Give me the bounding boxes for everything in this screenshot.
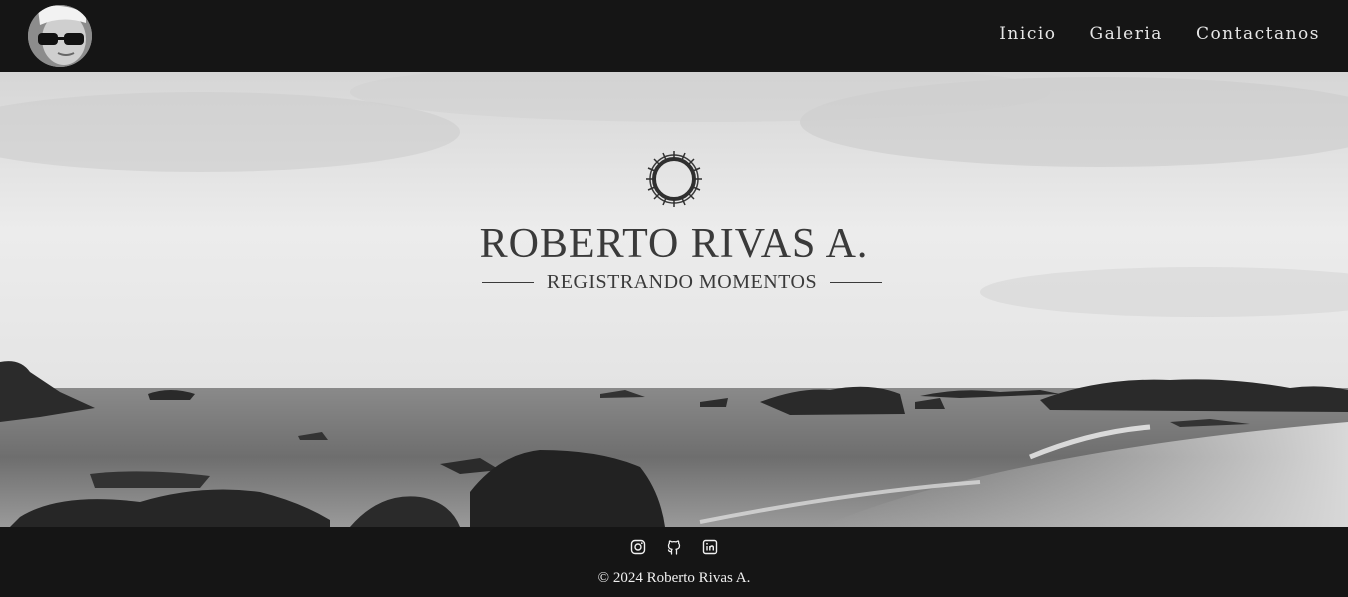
footer: © 2024 Roberto Rivas A. (0, 527, 1348, 597)
main-nav: Inicio Galeria Contactanos (999, 24, 1320, 44)
instagram-icon[interactable] (630, 539, 646, 555)
nav-contactanos[interactable]: Contactanos (1196, 24, 1320, 44)
crown-of-thorns-icon (641, 146, 707, 216)
copyright-text: © 2024 Roberto Rivas A. (597, 570, 751, 586)
hero-background-photo (0, 72, 1348, 527)
top-navbar: Inicio Galeria Contactanos (0, 0, 1348, 72)
divider-left (482, 281, 534, 283)
brand-title: ROBERTO RIVAS A. (479, 221, 869, 267)
brand-subtitle-row: REGISTRANDO MOMENTOS (482, 269, 882, 295)
avatar[interactable] (28, 5, 92, 67)
nav-galeria[interactable]: Galeria (1090, 24, 1163, 44)
hero-banner: ROBERTO RIVAS A. REGISTRANDO MOMENTOS (0, 72, 1348, 527)
brand-logo (0, 146, 1348, 216)
divider-right (830, 281, 882, 283)
linkedin-icon[interactable] (702, 539, 718, 555)
nav-inicio[interactable]: Inicio (999, 24, 1056, 44)
brand-subtitle: REGISTRANDO MOMENTOS (546, 270, 818, 293)
github-icon[interactable] (666, 539, 682, 555)
social-links (630, 539, 718, 555)
